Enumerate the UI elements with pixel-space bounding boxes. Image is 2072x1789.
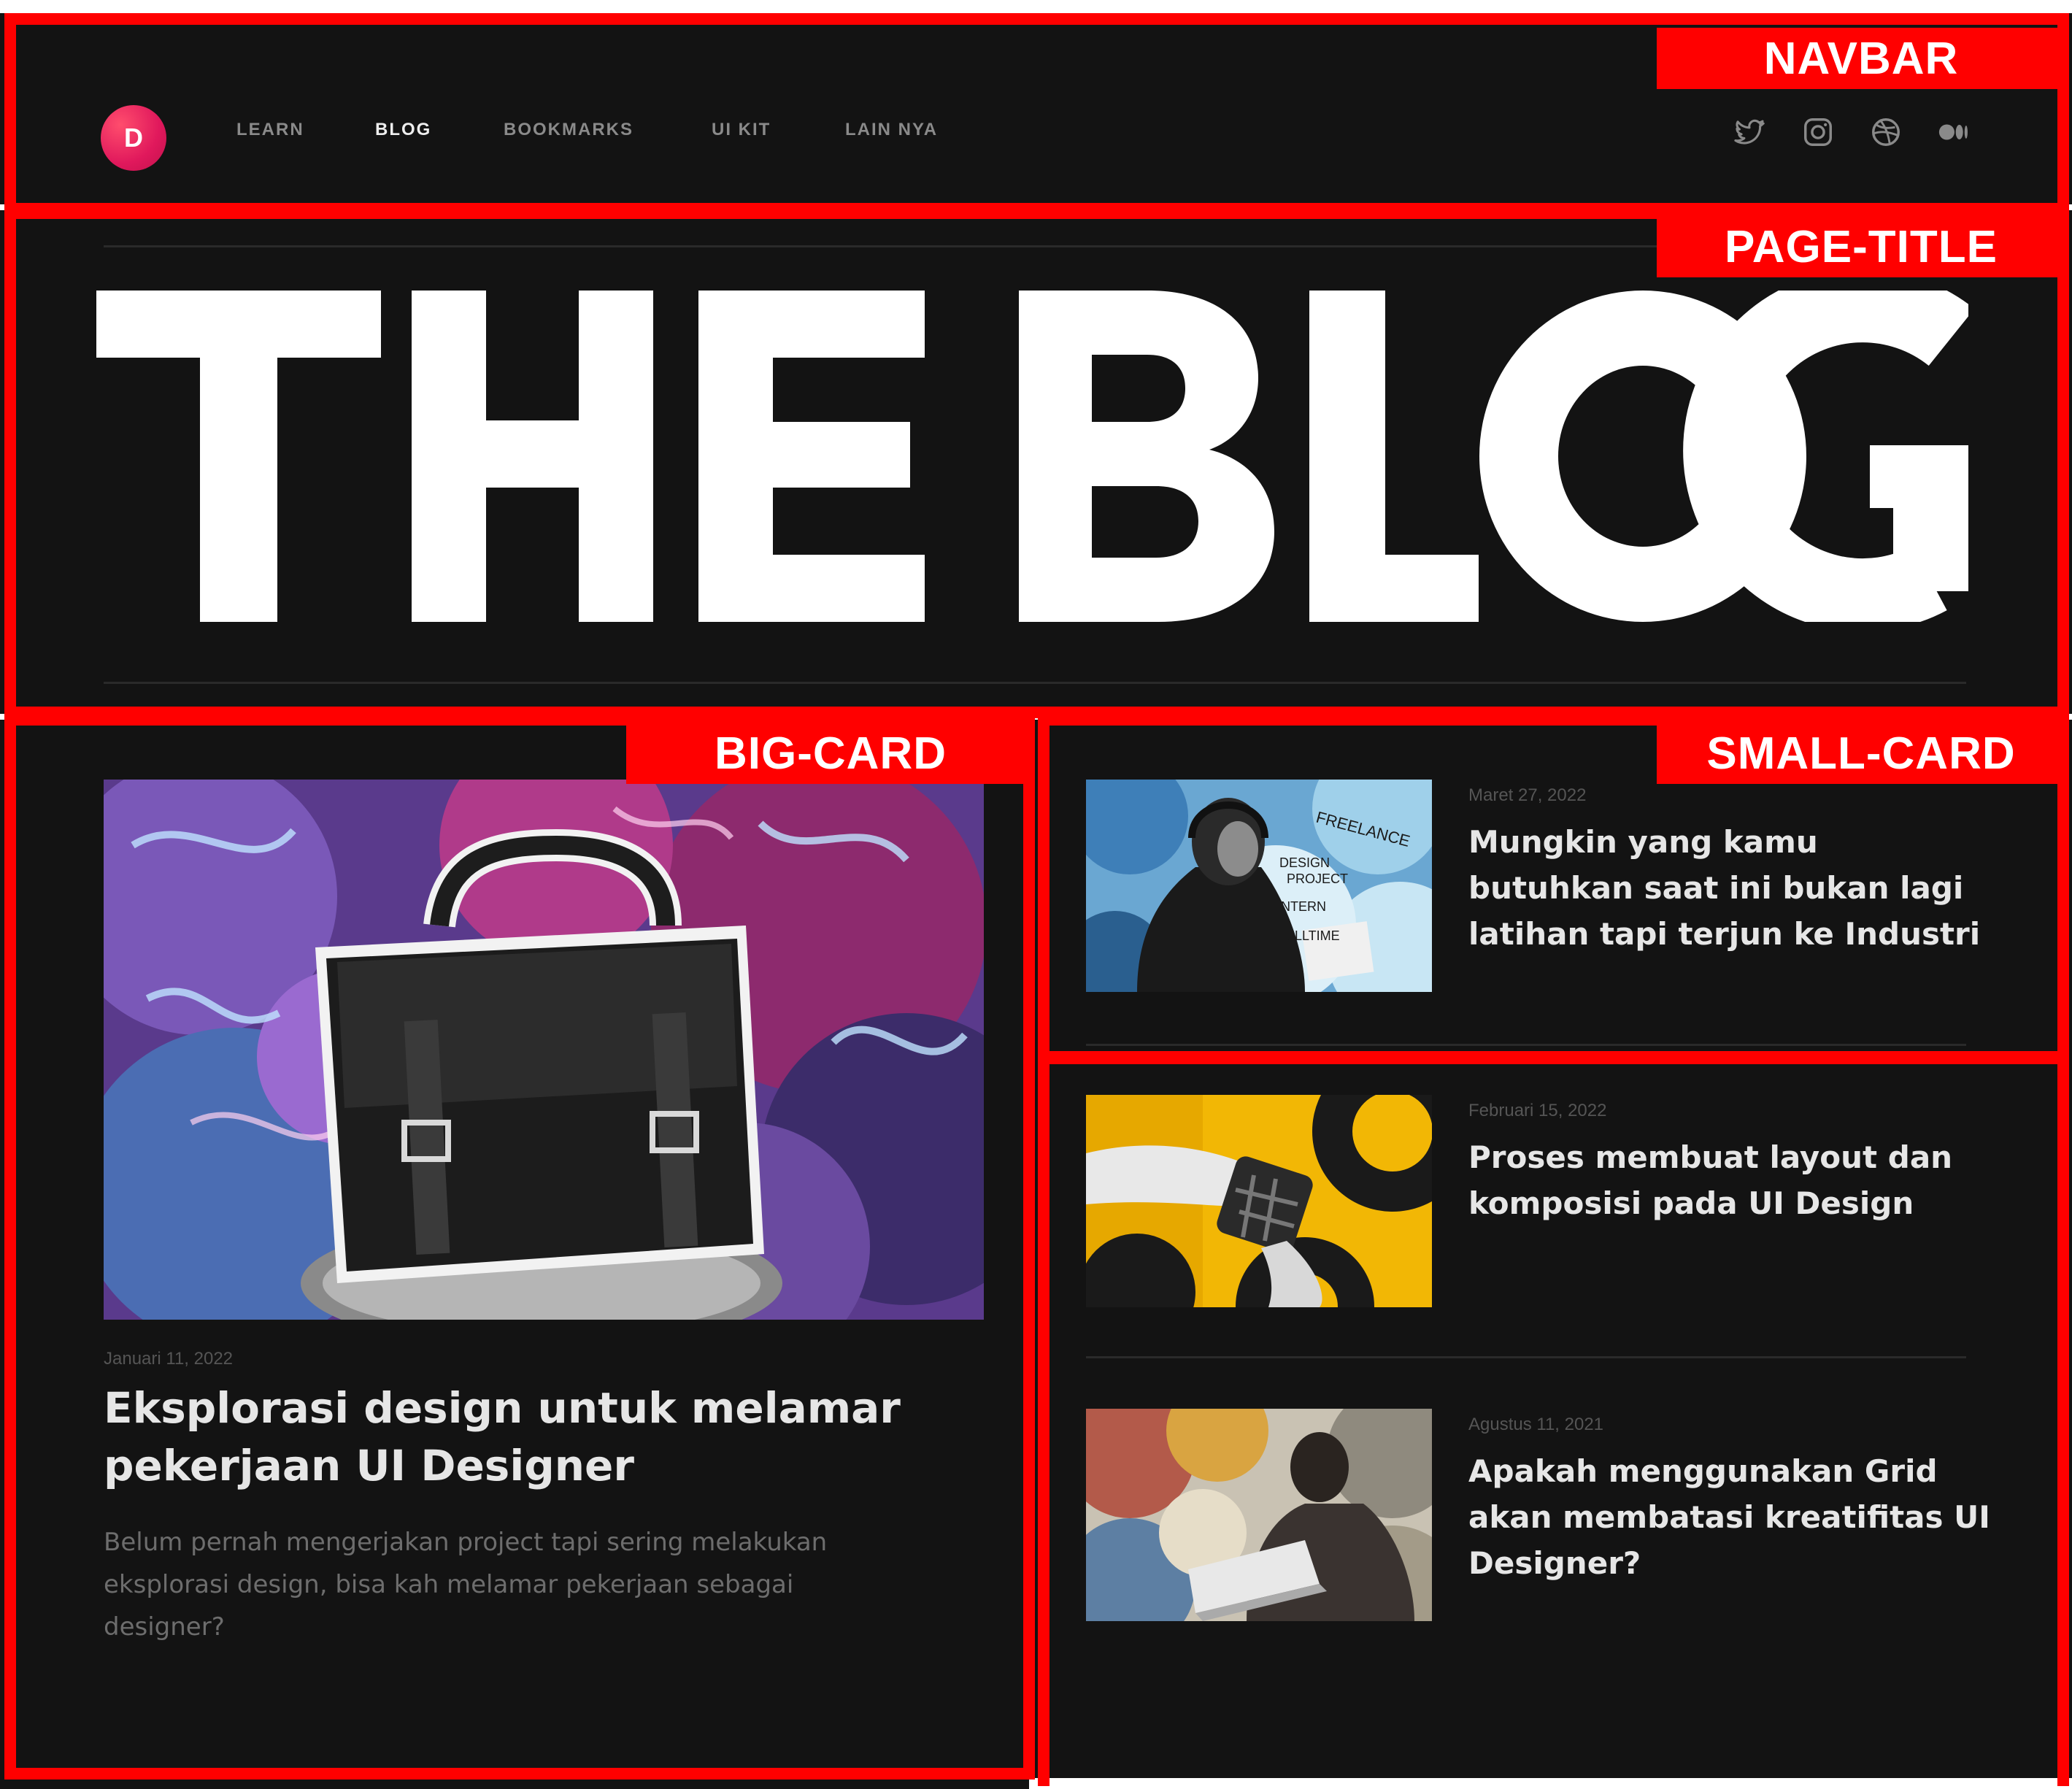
divider: [104, 682, 1966, 684]
small-card-annotation-label: SMALL-CARD: [1657, 723, 2065, 784]
post-title[interactable]: Proses membuat layout dan komposisi pada…: [1468, 1134, 1994, 1226]
post-title-line: akan membatasi kreatifitas UI: [1468, 1499, 1990, 1535]
post-excerpt-line: designer?: [104, 1612, 225, 1642]
dribbble-icon[interactable]: [1869, 115, 1903, 149]
divider: [1086, 1356, 1966, 1358]
twitter-icon[interactable]: [1733, 115, 1766, 149]
nav-link-blog[interactable]: BLOG: [375, 120, 431, 140]
post-date: Agustus 11, 2021: [1468, 1415, 1604, 1434]
post-title[interactable]: Mungkin yang kamu butuhkan saat ini buka…: [1468, 819, 1994, 957]
divider: [1086, 1044, 1966, 1046]
post-thumbnail[interactable]: [1086, 1095, 1432, 1307]
featured-image[interactable]: [104, 780, 984, 1320]
logo-letter: D: [124, 123, 143, 153]
post-title-line: Apakah menggunakan Grid: [1468, 1453, 1938, 1489]
post-thumbnail[interactable]: [1086, 1409, 1432, 1621]
post-title-line: komposisi pada UI Design: [1468, 1185, 1914, 1221]
post-title-line: Proses membuat layout dan: [1468, 1139, 1953, 1175]
post-date: Maret 27, 2022: [1468, 785, 1587, 805]
nav-link-ui-kit[interactable]: UI KIT: [712, 120, 771, 140]
thumbnail-illustration: FREELANCE DESIGN PROJECT INTERN FULLTIME: [1086, 780, 1432, 992]
thumbnail-illustration: [1086, 1095, 1432, 1307]
thumbnail-word: FULLTIME: [1277, 928, 1340, 943]
post-title-line: Eksplorasi design untuk melamar: [104, 1383, 901, 1433]
thumbnail-word: INTERN: [1277, 899, 1326, 914]
page-title-art: [96, 291, 1968, 622]
post-title-line: butuhkan saat ini bukan lagi: [1468, 870, 1964, 906]
post-date: Februari 15, 2022: [1468, 1101, 1607, 1120]
post-excerpt-line: Belum pernah mengerjakan project tapi se…: [104, 1528, 828, 1557]
nav-link-learn[interactable]: LEARN: [236, 120, 304, 140]
page-title-annotation-label: PAGE-TITLE: [1657, 216, 2065, 277]
thumbnail-word: DESIGN: [1279, 855, 1330, 870]
post-title-line: pekerjaan UI Designer: [104, 1441, 634, 1491]
navbar-annotation-label: NAVBAR: [1657, 28, 2065, 89]
site-logo[interactable]: D: [101, 105, 166, 171]
medium-icon[interactable]: [1937, 115, 1971, 149]
instagram-icon[interactable]: [1801, 115, 1835, 149]
thumbnail-illustration: [1086, 1409, 1432, 1621]
post-excerpt: Belum pernah mengerjakan project tapi se…: [104, 1522, 943, 1648]
post-title-line: Designer?: [1468, 1545, 1641, 1581]
big-card-annotation-label: BIG-CARD: [626, 723, 1035, 784]
post-title[interactable]: Apakah menggunakan Grid akan membatasi k…: [1468, 1448, 1994, 1586]
thumbnail-word: PROJECT: [1287, 872, 1348, 886]
page-title: [96, 291, 1968, 622]
bag-illustration: [104, 780, 984, 1320]
nav-link-bookmarks[interactable]: BOOKMARKS: [504, 120, 633, 140]
post-title[interactable]: Eksplorasi design untuk melamar pekerjaa…: [104, 1380, 979, 1496]
post-title-line: Mungkin yang kamu: [1468, 824, 1818, 860]
post-excerpt-line: eksplorasi design, bisa kah melamar peke…: [104, 1569, 794, 1599]
post-thumbnail[interactable]: FREELANCE DESIGN PROJECT INTERN FULLTIME: [1086, 780, 1432, 992]
post-title-line: latihan tapi terjun ke Industri: [1468, 916, 1981, 952]
post-date: Januari 11, 2022: [104, 1349, 234, 1369]
nav-link-lain-nya[interactable]: LAIN NYA: [845, 120, 938, 140]
